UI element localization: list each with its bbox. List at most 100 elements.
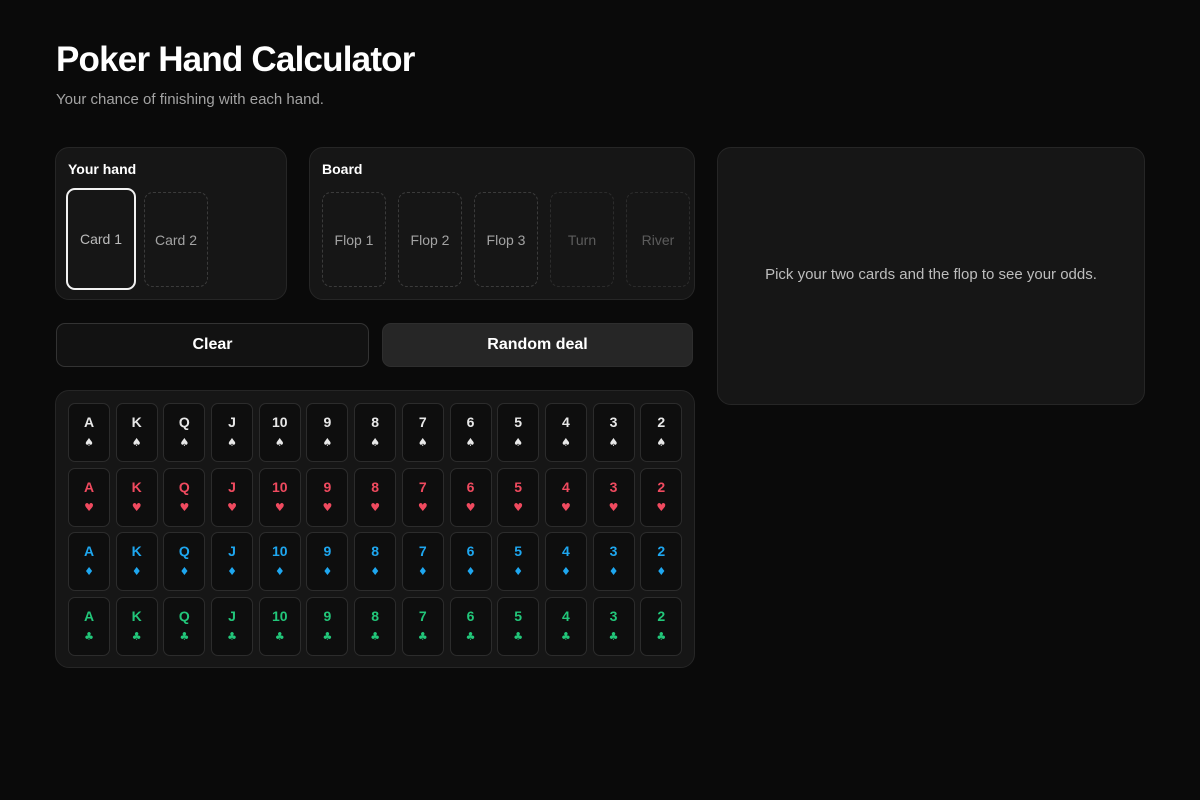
deck-card-q-clubs[interactable]: Q ♣ [163,596,206,656]
card-rank: A [83,543,95,560]
deck-card-9-diamonds[interactable]: 9 ♦ [306,532,349,592]
deck-card-4-diamonds[interactable]: 4 ♦ [544,532,587,592]
deck-card-5-clubs[interactable]: 5 ♣ [497,596,540,656]
board-slot-label: Flop 2 [410,231,450,248]
board-slot-turn: Turn [550,192,614,287]
deck-card-9-clubs[interactable]: 9 ♣ [306,596,349,656]
diamond-icon: ♦ [370,565,381,579]
deck-card-j-clubs[interactable]: J ♣ [211,596,254,656]
deck-card-2-spades[interactable]: 2 ♠ [640,403,683,462]
deck-card-q-diamonds[interactable]: Q ♦ [163,532,206,592]
deck-card-2-hearts[interactable]: 2 ♥ [640,467,683,527]
spade-icon: ♠ [274,436,285,449]
deck-card-j-diamonds[interactable]: J ♦ [211,532,254,592]
deck-card-a-clubs[interactable]: A ♣ [68,596,110,656]
deck-card-k-diamonds[interactable]: K ♦ [115,532,158,592]
card-rank: 4 [561,478,570,495]
spade-icon: ♠ [513,436,524,449]
deck-card-6-clubs[interactable]: 6 ♣ [449,596,492,656]
deck-card-4-spades[interactable]: 4 ♠ [544,403,587,462]
deck-card-k-spades[interactable]: K ♠ [115,403,158,462]
deck-card-8-clubs[interactable]: 8 ♣ [354,596,397,656]
card-rank: 3 [609,607,618,624]
card-rank: K [131,607,142,624]
deck-card-2-clubs[interactable]: 2 ♣ [640,596,683,656]
card-rank: 6 [466,607,475,624]
deck-card-7-spades[interactable]: 7 ♠ [401,403,444,462]
deck-card-2-diamonds[interactable]: 2 ♦ [640,532,683,592]
board-slot-label: Flop 1 [334,231,374,248]
diamond-icon: ♦ [274,565,285,579]
card-deck-grid: A ♠ K ♠ Q ♠ J ♠ 10 ♠ 9 ♠ 8 ♠ 7 ♠ 6 ♠ 5 ♠ 4 ♠ 3 ♠ 2 ♠ A ♥ K ♥ Q ♥ J ♥ 10 ♥ 9 ♥… [68,403,683,656]
deck-card-a-spades[interactable]: A ♠ [68,403,110,462]
card-rank: 4 [561,607,570,624]
spade-icon: ♠ [656,436,667,449]
board-slot-label: Flop 3 [486,231,526,248]
deck-card-3-hearts[interactable]: 3 ♥ [592,467,635,527]
card-rank: A [83,478,95,495]
page-subtitle: Your chance of finishing with each hand. [56,91,324,108]
deck-card-6-hearts[interactable]: 6 ♥ [449,467,492,527]
deck-card-9-hearts[interactable]: 9 ♥ [306,467,349,527]
deck-card-q-spades[interactable]: Q ♠ [163,403,206,462]
card-rank: K [131,414,142,430]
card-rank: 8 [371,478,380,495]
card-rank: 8 [371,414,380,430]
board-slot-flop-2[interactable]: Flop 2 [398,192,462,287]
card-rank: 2 [657,478,666,495]
deck-card-10-spades[interactable]: 10 ♠ [258,403,301,462]
deck-card-7-hearts[interactable]: 7 ♥ [401,467,444,527]
card-rank: J [228,478,236,495]
card-rank: J [228,543,236,560]
deck-card-4-hearts[interactable]: 4 ♥ [544,467,587,527]
deck-card-6-spades[interactable]: 6 ♠ [449,403,492,462]
deck-card-7-diamonds[interactable]: 7 ♦ [401,532,444,592]
spade-icon: ♠ [84,436,94,449]
deck-card-7-clubs[interactable]: 7 ♣ [401,596,444,656]
heart-icon: ♥ [322,500,333,514]
card-rank: 5 [514,478,523,495]
deck-card-9-spades[interactable]: 9 ♠ [306,403,349,462]
odds-panel: Pick your two cards and the flop to see … [717,147,1145,405]
random-deal-button[interactable]: Random deal [382,323,693,367]
deck-card-a-hearts[interactable]: A ♥ [68,467,110,527]
clear-button[interactable]: Clear [56,323,369,367]
deck-card-j-spades[interactable]: J ♠ [211,403,254,462]
card-rank: 6 [466,414,475,430]
hand-slot-card-1[interactable]: Card 1 [66,188,136,290]
odds-placeholder-message: Pick your two cards and the flop to see … [765,266,1097,283]
deck-card-10-hearts[interactable]: 10 ♥ [258,467,301,527]
deck-card-4-clubs[interactable]: 4 ♣ [544,596,587,656]
deck-card-5-diamonds[interactable]: 5 ♦ [497,532,540,592]
club-icon: ♣ [274,629,285,643]
deck-card-3-clubs[interactable]: 3 ♣ [592,596,635,656]
deck-card-6-diamonds[interactable]: 6 ♦ [449,532,492,592]
deck-card-8-hearts[interactable]: 8 ♥ [354,467,397,527]
deck-card-3-diamonds[interactable]: 3 ♦ [592,532,635,592]
deck-card-q-hearts[interactable]: Q ♥ [163,467,206,527]
deck-card-5-spades[interactable]: 5 ♠ [497,403,540,462]
deck-card-8-spades[interactable]: 8 ♠ [354,403,397,462]
club-icon: ♣ [608,629,619,643]
heart-icon: ♥ [417,500,428,514]
deck-card-k-hearts[interactable]: K ♥ [115,467,158,527]
deck-card-a-diamonds[interactable]: A ♦ [68,532,110,592]
deck-card-k-clubs[interactable]: K ♣ [115,596,158,656]
deck-card-5-hearts[interactable]: 5 ♥ [497,467,540,527]
deck-card-3-spades[interactable]: 3 ♠ [592,403,635,462]
card-rank: 3 [609,478,618,495]
poker-calculator-page: Poker Hand Calculator Your chance of fin… [0,0,1200,800]
deck-card-10-diamonds[interactable]: 10 ♦ [258,532,301,592]
deck-card-j-hearts[interactable]: J ♥ [211,467,254,527]
hand-slot-label: Card 1 [79,231,123,247]
heart-icon: ♥ [560,500,571,514]
deck-card-8-diamonds[interactable]: 8 ♦ [354,532,397,592]
board-slot-flop-3[interactable]: Flop 3 [474,192,538,287]
card-rank: K [131,543,142,560]
board-slot-flop-1[interactable]: Flop 1 [322,192,386,287]
card-rank: 6 [466,543,475,560]
deck-card-10-clubs[interactable]: 10 ♣ [258,596,301,656]
hand-slot-card-2[interactable]: Card 2 [144,192,208,287]
card-rank: K [131,478,142,495]
diamond-icon: ♦ [179,565,190,579]
